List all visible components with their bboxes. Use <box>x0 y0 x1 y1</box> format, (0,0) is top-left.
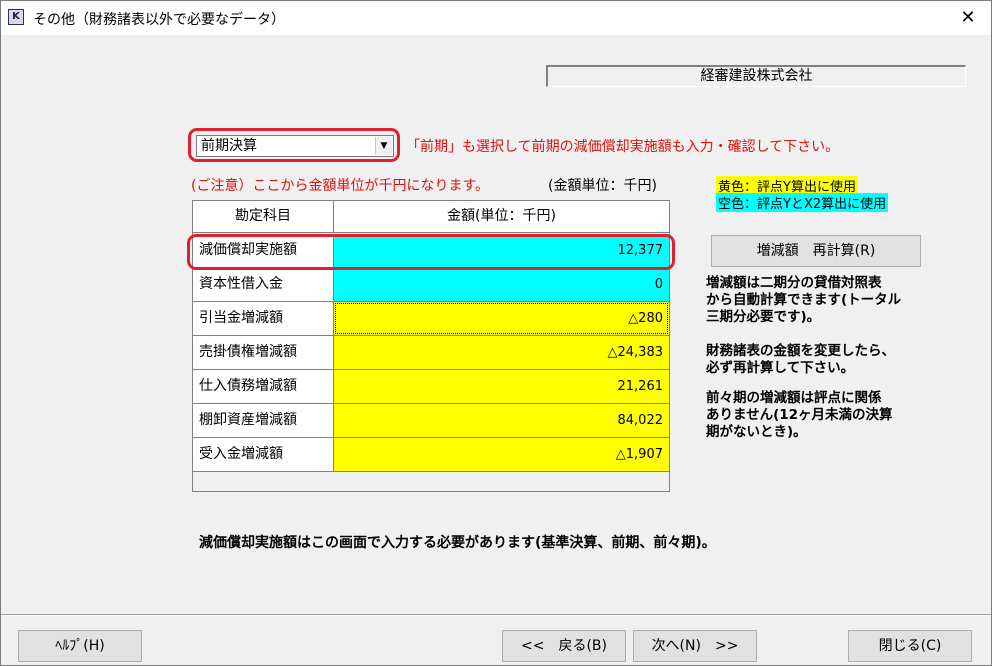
amount-input[interactable]: 21,261 <box>334 370 669 403</box>
close-icon[interactable]: ✕ <box>945 1 991 35</box>
row-label: 引当金増減額 <box>193 302 334 335</box>
info-line: ありません(12ヶ月未満の決算 <box>706 407 893 423</box>
divider <box>1 614 991 616</box>
app-icon: K <box>8 9 24 25</box>
amount-input[interactable]: 84,022 <box>334 404 669 437</box>
amount-input[interactable]: △1,907 <box>334 438 669 471</box>
header-amount: 金額(単位：千円) <box>447 208 556 224</box>
bottom-note: 減価償却実施額はこの画面で入力する必要があります(基準決算、前期、前々期)。 <box>199 535 716 551</box>
info-line: 財務諸表の金額を変更したら、 <box>706 343 895 359</box>
close-button[interactable]: 閉じる(C) <box>848 630 972 662</box>
row-label: 受入金増減額 <box>193 438 334 471</box>
help-button[interactable]: ﾍﾙﾌﾟ(H) <box>18 630 142 662</box>
table-row: 棚卸資産増減額 84,022 <box>193 404 669 438</box>
header-account: 勘定科目 <box>193 201 334 233</box>
table-row: 売掛債権増減額 △24,383 <box>193 336 669 370</box>
chevron-down-icon[interactable]: ▼ <box>375 137 392 155</box>
table-row: 仕入債務増減額 21,261 <box>193 370 669 404</box>
table-row: 資本性借入金 0 <box>193 268 669 302</box>
info-line: 必ず再計算して下さい。 <box>706 360 855 376</box>
amount-input[interactable]: 0 <box>334 268 669 301</box>
table-row: 引当金増減額 △280 <box>193 302 669 336</box>
amount-input[interactable]: △24,383 <box>334 336 669 369</box>
caution-note: (ご注意）ここから金額単位が千円になります。 <box>191 178 490 194</box>
back-button[interactable]: << 戻る(B) <box>502 630 626 662</box>
info-line: 増減額は二期分の貸借対照表 <box>706 275 882 291</box>
legend-cyan: 空色：評点YとX2算出に使用 <box>716 193 889 212</box>
window-title: その他（財務諸表以外で必要なデータ） <box>33 12 285 28</box>
table-row: 受入金増減額 △1,907 <box>193 438 669 472</box>
period-select-value: 前期決算 <box>201 138 257 154</box>
info-line: 三期分必要です)。 <box>706 309 821 325</box>
info-paragraph-2: 財務諸表の金額を変更したら、 必ず再計算して下さい。 <box>706 343 895 377</box>
recalculate-button[interactable]: 増減額 再計算(R) <box>711 235 921 267</box>
info-line: 期がないとき)。 <box>706 424 807 440</box>
row-label: 棚卸資産増減額 <box>193 404 334 437</box>
next-button[interactable]: 次へ(N) >> <box>633 630 757 662</box>
amount-input[interactable]: △280 <box>334 302 669 335</box>
instruction-note: 「前期」も選択して前期の減価償却実施額も入力・確認して下さい。 <box>406 139 840 155</box>
dialog-window: K その他（財務諸表以外で必要なデータ） ✕ 経審建設株式会社 前期決算 ▼ 「… <box>0 0 992 666</box>
info-line: 前々期の増減額は評点に関係 <box>706 390 882 406</box>
info-line: から自動計算できます(トータル <box>706 292 902 308</box>
title-bar: K その他（財務諸表以外で必要なデータ） ✕ <box>1 1 991 35</box>
info-paragraph-3: 前々期の増減額は評点に関係 ありません(12ヶ月未満の決算 期がないとき)。 <box>706 390 893 441</box>
row-label: 資本性借入金 <box>193 268 334 301</box>
info-paragraph-1: 増減額は二期分の貸借対照表 から自動計算できます(トータル 三期分必要です)。 <box>706 275 901 326</box>
company-name-field: 経審建設株式会社 <box>546 65 966 87</box>
highlight-outline-depreciation <box>187 234 675 270</box>
row-label: 仕入債務増減額 <box>193 370 334 403</box>
period-select[interactable]: 前期決算 ▼ <box>196 135 394 157</box>
grid-header: 勘定科目 金額(単位：千円) <box>193 201 669 233</box>
row-label: 売掛債権増減額 <box>193 336 334 369</box>
unit-label: (金額単位：千円) <box>548 178 657 194</box>
